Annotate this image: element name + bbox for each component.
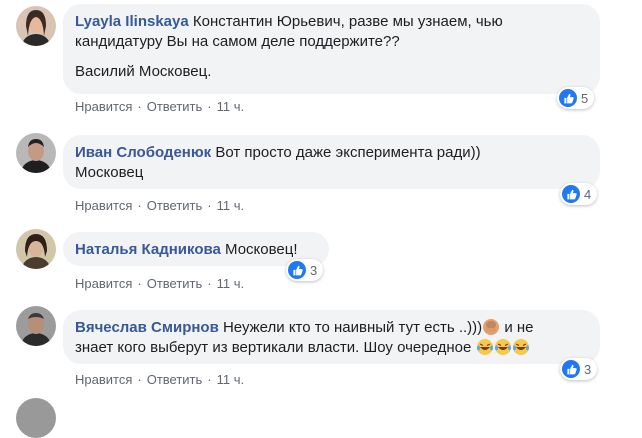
comment-text: Иван Слободенюк Вот просто даже эксперим… xyxy=(75,144,481,161)
comment-text-line2: знает кого выберут из вертикали власти. … xyxy=(75,338,588,358)
comment-text-line2: Московец xyxy=(75,164,144,181)
avatar[interactable] xyxy=(16,133,56,173)
reply-link[interactable]: Ответить xyxy=(147,198,203,213)
avatar[interactable] xyxy=(16,6,56,46)
like-icon xyxy=(288,261,306,279)
like-link[interactable]: Нравится xyxy=(75,372,132,387)
comment-text: Вячеслав Смирнов Неужели кто то наивный … xyxy=(75,318,534,336)
laughing-tears-emoji-icon xyxy=(512,338,530,356)
timestamp[interactable]: 11 ч. xyxy=(217,198,245,213)
like-icon xyxy=(559,89,577,107)
reply-link[interactable]: Ответить xyxy=(147,372,203,387)
comment-text-line2: Василий Московец. xyxy=(75,63,212,80)
like-icon xyxy=(562,360,580,378)
like-link[interactable]: Нравится xyxy=(75,198,132,213)
timestamp[interactable]: 11 ч. xyxy=(217,276,245,291)
comment-actions: Нравится · Ответить · 11 ч. xyxy=(75,99,245,114)
comment-bubble: Иван Слободенюк Вот просто даже эксперим… xyxy=(63,135,600,189)
laughing-tears-emoji-icon xyxy=(494,338,512,356)
comment-text: Наталья Кадникова Московец! xyxy=(75,241,298,258)
comment-author[interactable]: Вячеслав Смирнов xyxy=(75,319,219,336)
comment-author[interactable]: Lyayla Ilinskaya xyxy=(75,13,189,30)
reaction-count[interactable]: 4 xyxy=(560,183,598,205)
laughing-tears-emoji-icon xyxy=(476,338,494,356)
facepalm-emoji-icon xyxy=(482,318,500,336)
comment-actions: Нравится · Ответить · 11 ч. xyxy=(75,276,245,291)
like-link[interactable]: Нравится xyxy=(75,276,132,291)
comment-author[interactable]: Иван Слободенюк xyxy=(75,144,211,161)
comment-actions: Нравится · Ответить · 11 ч. xyxy=(75,372,245,387)
comment-bubble: Lyayla Ilinskaya Константин Юрьевич, раз… xyxy=(63,4,600,94)
timestamp[interactable]: 11 ч. xyxy=(217,99,245,114)
like-icon xyxy=(562,185,580,203)
reply-link[interactable]: Ответить xyxy=(147,276,203,291)
comment-author[interactable]: Наталья Кадникова xyxy=(75,241,221,258)
comment-bubble: Вячеслав Смирнов Неужели кто то наивный … xyxy=(63,310,600,364)
reaction-count[interactable]: 5 xyxy=(557,87,595,109)
reply-link[interactable]: Ответить xyxy=(147,99,203,114)
avatar[interactable] xyxy=(16,398,56,438)
timestamp[interactable]: 11 ч. xyxy=(217,372,245,387)
avatar[interactable] xyxy=(16,229,56,269)
reaction-count[interactable]: 3 xyxy=(560,358,598,380)
avatar[interactable] xyxy=(16,306,56,346)
comment-text: Lyayla Ilinskaya Константин Юрьевич, раз… xyxy=(75,13,503,50)
reaction-count[interactable]: 3 xyxy=(286,259,324,281)
like-link[interactable]: Нравится xyxy=(75,99,132,114)
comment-actions: Нравится · Ответить · 11 ч. xyxy=(75,198,245,213)
